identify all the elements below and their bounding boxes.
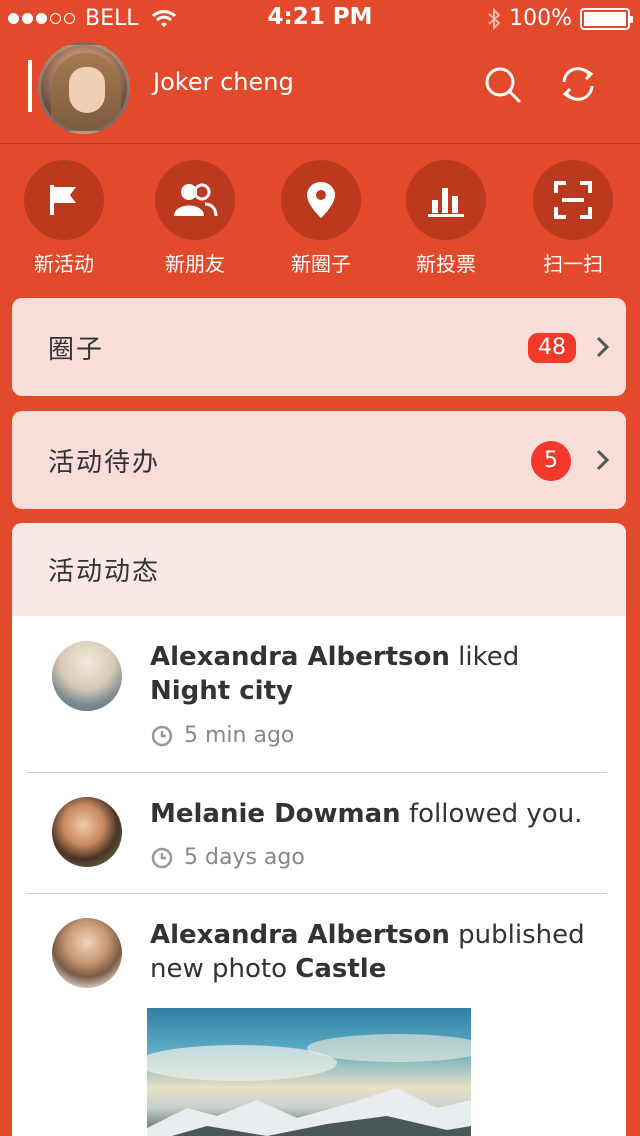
chevron-right-icon <box>596 336 610 358</box>
search-icon[interactable] <box>482 64 522 104</box>
battery-percent: 100% <box>509 6 572 31</box>
menu-icon[interactable] <box>28 60 32 112</box>
location-pin-icon <box>281 160 361 240</box>
circles-count-badge: 48 <box>528 333 576 363</box>
action-label: 新投票 <box>416 252 476 276</box>
circles-row[interactable]: 圈子 48 <box>12 298 626 396</box>
timestamp: 5 days ago <box>150 845 305 870</box>
bar-chart-icon <box>406 160 486 240</box>
timestamp: 5 min ago <box>150 723 294 748</box>
action-text: liked <box>449 642 520 672</box>
feed-header: 活动动态 <box>12 523 626 616</box>
circles-title: 圈子 <box>48 334 105 365</box>
chevron-right-icon <box>596 449 610 471</box>
object-name[interactable]: Night city <box>150 676 293 706</box>
object-name[interactable]: Castle <box>295 954 386 984</box>
action-label: 扫一扫 <box>543 252 603 276</box>
user-name[interactable]: Melanie Dowman <box>150 799 401 829</box>
mountain-landscape-image <box>147 1034 471 1136</box>
divider <box>27 772 607 773</box>
flag-icon <box>24 160 104 240</box>
action-label: 新活动 <box>34 252 94 276</box>
refresh-icon[interactable] <box>558 64 598 104</box>
activity-todo-row[interactable]: 活动待办 5 <box>12 411 626 509</box>
action-new-vote[interactable]: 新投票 <box>391 160 501 277</box>
status-right: 100% <box>487 6 633 31</box>
feed-text: Melanie Dowman followed you. <box>150 797 605 831</box>
avatar[interactable] <box>52 797 122 867</box>
action-label: 新朋友 <box>165 252 225 276</box>
action-label: 新圈子 <box>291 252 351 276</box>
avatar[interactable] <box>52 641 122 711</box>
action-text: followed you. <box>400 799 583 829</box>
todo-count-badge: 5 <box>531 441 571 481</box>
activity-feed: 活动动态 Alexandra Albertson liked Night cit… <box>12 523 626 1136</box>
action-new-activity[interactable]: 新活动 <box>9 160 119 277</box>
avatar[interactable] <box>52 918 122 988</box>
time-text: 5 days ago <box>184 845 305 870</box>
quick-actions: 新活动 新朋友 新圈子 新投票 扫一扫 <box>0 160 640 280</box>
friends-icon <box>155 160 235 240</box>
username[interactable]: Joker cheng <box>153 68 294 96</box>
action-scan[interactable]: 扫一扫 <box>518 160 628 277</box>
scan-icon <box>533 160 613 240</box>
time-text: 5 min ago <box>184 723 295 748</box>
bluetooth-icon <box>488 7 501 30</box>
todo-title: 活动待办 <box>48 447 161 478</box>
action-new-friends[interactable]: 新朋友 <box>140 160 250 277</box>
feed-title: 活动动态 <box>48 557 161 587</box>
clock-icon <box>151 847 173 868</box>
published-photo[interactable] <box>147 1008 471 1136</box>
feed-text: Alexandra Albertson liked Night city <box>150 640 605 708</box>
status-bar: BELL 4:21 PM 100% <box>0 0 640 38</box>
action-new-circle[interactable]: 新圈子 <box>266 160 376 277</box>
avatar[interactable] <box>38 42 130 134</box>
clock-icon <box>151 725 173 746</box>
feed-text: Alexandra Albertson published new photo … <box>150 918 605 986</box>
battery-icon <box>580 7 633 30</box>
profile-header: Joker cheng <box>0 38 640 144</box>
user-name[interactable]: Alexandra Albertson <box>150 642 450 672</box>
user-name[interactable]: Alexandra Albertson <box>150 920 450 950</box>
divider <box>27 893 607 894</box>
